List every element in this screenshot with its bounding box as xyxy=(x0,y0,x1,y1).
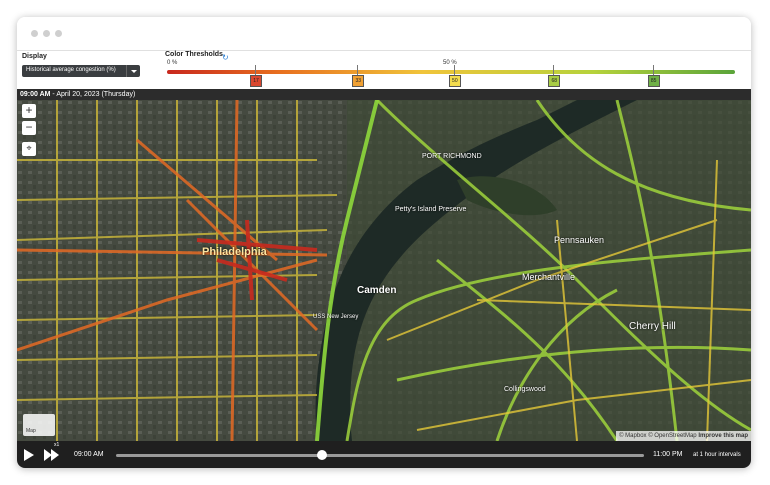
map-panel: 09:00 AM - April 20, 2023 (Thursday) + −… xyxy=(17,89,751,441)
threshold-marker[interactable]: 33 xyxy=(352,75,365,87)
fast-forward-icon[interactable] xyxy=(44,449,60,461)
map-label-cherry-hill: Cherry Hill xyxy=(629,321,676,332)
map-attribution: © Mapbox © OpenStreetMap Improve this ma… xyxy=(616,431,751,441)
map-time: 09:00 AM xyxy=(20,91,51,98)
playback-bar: x1 09:00 AM 11:00 PM at 1 hour intervals xyxy=(17,441,751,468)
window-dot-3[interactable] xyxy=(55,30,62,37)
display-label: Display xyxy=(22,53,47,60)
controls-panel: Display Historical average congestion (%… xyxy=(17,51,751,89)
chevron-down-icon[interactable] xyxy=(126,65,140,77)
threshold-marker[interactable]: 68 xyxy=(548,75,561,87)
window-dot-1[interactable] xyxy=(31,30,38,37)
speed-label: x1 xyxy=(54,442,60,448)
title-bar xyxy=(17,17,751,51)
map-label-uss-new-jersey: USS New Jersey xyxy=(313,314,359,320)
end-time: 11:00 PM xyxy=(653,451,683,458)
refresh-icon[interactable]: ↻ xyxy=(222,53,229,62)
threshold-tick xyxy=(453,65,455,75)
threshold-marker[interactable]: 50 xyxy=(448,75,461,87)
map-label-pennsauken: Pennsauken xyxy=(554,235,605,245)
display-selected-value: Historical average congestion (%) xyxy=(26,67,116,73)
locate-icon[interactable]: ⌖ xyxy=(22,142,36,156)
window-dot-2[interactable] xyxy=(43,30,50,37)
map-canvas[interactable]: + − ⌖ Philadelphia Camden Pennsauken Mer… xyxy=(17,100,751,441)
map-label-petty-island: Petty's Island Preserve xyxy=(395,206,467,213)
threshold-gradient-bar xyxy=(167,70,735,74)
timeline-thumb[interactable] xyxy=(316,450,327,460)
map-label-collingswood: Collingswood xyxy=(504,386,546,393)
threshold-tick xyxy=(357,65,359,75)
map-label-port-richmond: PORT RICHMOND xyxy=(422,153,482,160)
improve-map-link[interactable]: Improve this map xyxy=(698,433,748,439)
start-time: 09:00 AM xyxy=(74,451,104,458)
mapbox-logo[interactable]: Map xyxy=(23,414,55,436)
play-icon[interactable] xyxy=(23,449,35,461)
map-label-merchantville: Merchantville xyxy=(522,272,576,282)
threshold-tick xyxy=(553,65,555,75)
map-date: - April 20, 2023 (Thursday) xyxy=(50,91,136,98)
attribution-text: © Mapbox © OpenStreetMap xyxy=(619,433,697,439)
threshold-marker[interactable]: 85 xyxy=(647,75,660,87)
display-select[interactable]: Historical average congestion (%) xyxy=(22,65,140,77)
app-window: Display Historical average congestion (%… xyxy=(17,17,751,468)
threshold-tick xyxy=(255,65,257,75)
threshold-marker[interactable]: 17 xyxy=(250,75,263,87)
map-label-camden: Camden xyxy=(357,285,397,296)
map-label-philadelphia: Philadelphia xyxy=(202,246,267,258)
threshold-tick xyxy=(652,65,654,75)
scale-min-label: 0 % xyxy=(167,60,178,66)
color-thresholds-label: Color Thresholds xyxy=(165,51,223,58)
zoom-in-button[interactable]: + xyxy=(22,104,36,118)
map-timestamp: 09:00 AM - April 20, 2023 (Thursday) xyxy=(17,89,751,100)
zoom-out-button[interactable]: − xyxy=(22,121,36,135)
interval-label: at 1 hour intervals xyxy=(693,452,741,458)
timeline-track[interactable] xyxy=(116,454,644,457)
congestion-map-svg[interactable] xyxy=(17,100,751,441)
mapbox-logo-text: Map xyxy=(26,428,36,434)
